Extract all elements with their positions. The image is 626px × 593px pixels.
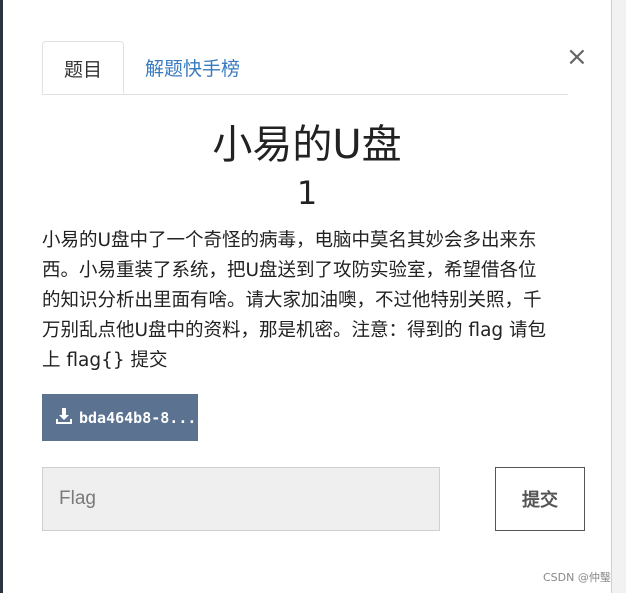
- download-filename: bda464b8-8...: [79, 408, 197, 427]
- description-line: 上 flag{} 提交: [42, 350, 168, 371]
- close-icon[interactable]: ×: [566, 44, 588, 70]
- tab-bar: 题目 解题快手榜: [42, 41, 568, 95]
- tab-solves-leaderboard[interactable]: 解题快手榜: [145, 41, 240, 94]
- description-line: 西。小易重装了系统，把U盘送到了攻防实验室，希望借各位: [42, 260, 537, 281]
- watermark: CSDN @仲瑿: [543, 571, 611, 584]
- challenge-title: 小易的U盘: [212, 122, 402, 168]
- description-line: 万别乱点他U盘中的资料，那是机密。注意：得到的 flag 请包: [42, 320, 547, 341]
- challenge-points: 1: [296, 174, 318, 212]
- challenge-modal: 题目 解题快手榜 × 小易的U盘 1 小易的U盘中了一个奇怪的病毒，电脑中莫名其…: [3, 0, 611, 593]
- tab-challenge[interactable]: 题目: [42, 41, 124, 94]
- description-line: 的知识分析出里面有啥。请大家加油噢，不过他特别关照，千: [42, 290, 542, 311]
- download-icon: [55, 407, 79, 429]
- description-line: 小易的U盘中了一个奇怪的病毒，电脑中莫名其妙会多出来东: [42, 230, 537, 251]
- flag-input[interactable]: [42, 467, 440, 531]
- submit-button[interactable]: 提交: [495, 467, 585, 531]
- background-right-edge: [612, 0, 626, 593]
- file-download-button[interactable]: bda464b8-8...: [42, 394, 198, 441]
- challenge-description: 小易的U盘中了一个奇怪的病毒，电脑中莫名其妙会多出来东 西。小易重装了系统，把U…: [42, 226, 582, 376]
